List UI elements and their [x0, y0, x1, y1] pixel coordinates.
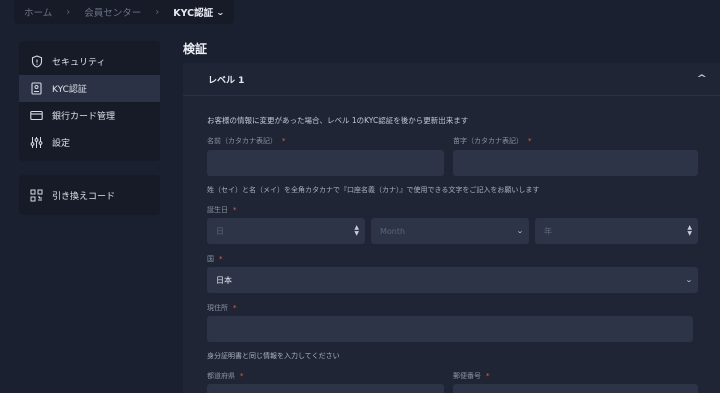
- dob-year-input[interactable]: 年 ▲ ▼: [535, 218, 698, 244]
- page-title: 検証: [183, 42, 208, 56]
- dob-label: 誕生日 *: [207, 206, 237, 214]
- sliders-icon: [30, 136, 43, 149]
- spinner-icon[interactable]: ▲ ▼: [354, 225, 359, 237]
- required-mark: *: [528, 137, 532, 145]
- katakana-note: 姓（セイ）と名（メイ）を全角カタカナで『口座名義（カナ）』で使用できる文字をご記…: [207, 186, 540, 194]
- card-icon: [30, 109, 43, 122]
- chevron-down-icon: ⌄: [216, 7, 225, 17]
- sidebar-item-label: 設定: [52, 139, 71, 149]
- dob-day-placeholder: 日: [216, 226, 224, 236]
- dob-month-select[interactable]: Month ⌄: [371, 218, 529, 244]
- sidebar-item-redeem-code[interactable]: 引き換えコード: [19, 182, 160, 209]
- sidebar-item-label: KYC認証: [52, 85, 87, 95]
- given-name-label: 名前（カタカナ表記） *: [207, 137, 286, 145]
- postal-code-label: 郵便番号 *: [453, 372, 490, 380]
- sidebar-item-label: セキュリティ: [52, 58, 106, 68]
- chevron-down-icon: ⌄: [685, 276, 693, 284]
- prefecture-input[interactable]: [207, 384, 444, 393]
- qr-code-icon: [30, 189, 43, 202]
- prefecture-label: 都道府県 *: [207, 372, 244, 380]
- postal-code-input[interactable]: [453, 384, 698, 393]
- country-value: 日本: [216, 275, 232, 285]
- country-select[interactable]: 日本 ⌄: [207, 267, 698, 293]
- shield-icon: [30, 55, 43, 68]
- sidebar-item-kyc[interactable]: KYC認証: [19, 75, 160, 102]
- address-input[interactable]: [207, 316, 693, 342]
- sidebar-item-settings[interactable]: 設定: [19, 129, 160, 156]
- breadcrumb-home[interactable]: ホーム: [24, 5, 52, 19]
- required-mark: *: [282, 137, 286, 145]
- document-icon: [30, 82, 43, 95]
- given-name-input[interactable]: [207, 150, 444, 176]
- sidebar-item-label: 銀行カード管理: [52, 112, 116, 122]
- sidebar-menu: セキュリティ KYC認証 銀行カード管理 設定: [19, 41, 160, 161]
- breadcrumb-separator-icon: ›: [155, 6, 160, 18]
- breadcrumb-separator-icon: ›: [66, 6, 71, 18]
- spinner-icon[interactable]: ▲ ▼: [687, 225, 692, 237]
- breadcrumb-member-center[interactable]: 会員センター: [84, 5, 141, 19]
- kyc-level-panel: レベル 1 ^ お客様の情報に変更があった場合、レベル 1のKYC認証を後から更…: [183, 63, 720, 393]
- country-label: 国 *: [207, 255, 223, 263]
- sidebar-item-label: 引き換えコード: [52, 191, 116, 202]
- breadcrumb-current-dropdown[interactable]: KYC認証 ⌄: [173, 5, 225, 20]
- family-name-label: 苗字（カタカナ表記） *: [453, 137, 532, 145]
- breadcrumb: ホーム › 会員センター › KYC認証 ⌄: [14, 0, 234, 24]
- required-mark: *: [486, 372, 490, 380]
- sidebar-item-bank-card[interactable]: 銀行カード管理: [19, 102, 160, 129]
- id-info-note: 身分証明書と同じ情報を入力してください: [207, 352, 340, 360]
- required-mark: *: [219, 255, 223, 263]
- level-accordion-header[interactable]: レベル 1 ^: [183, 63, 720, 96]
- family-name-input[interactable]: [453, 150, 698, 176]
- chevron-up-icon[interactable]: ^: [697, 74, 708, 84]
- chevron-down-icon: ⌄: [516, 227, 524, 235]
- intro-text: お客様の情報に変更があった場合、レベル 1のKYC認証を後から更新出来ます: [207, 116, 469, 125]
- dob-month-placeholder: Month: [380, 226, 406, 236]
- required-mark: *: [233, 304, 237, 312]
- sidebar-item-security[interactable]: セキュリティ: [19, 48, 160, 75]
- dob-day-input[interactable]: 日 ▲ ▼: [207, 218, 365, 244]
- address-label: 現住所 *: [207, 304, 237, 312]
- required-mark: *: [233, 206, 237, 214]
- required-mark: *: [240, 372, 244, 380]
- level-title: レベル 1: [208, 75, 245, 86]
- dob-year-placeholder: 年: [544, 226, 552, 236]
- breadcrumb-current-label: KYC認証: [173, 8, 214, 19]
- sidebar-redeem-box: 引き換えコード: [19, 175, 160, 215]
